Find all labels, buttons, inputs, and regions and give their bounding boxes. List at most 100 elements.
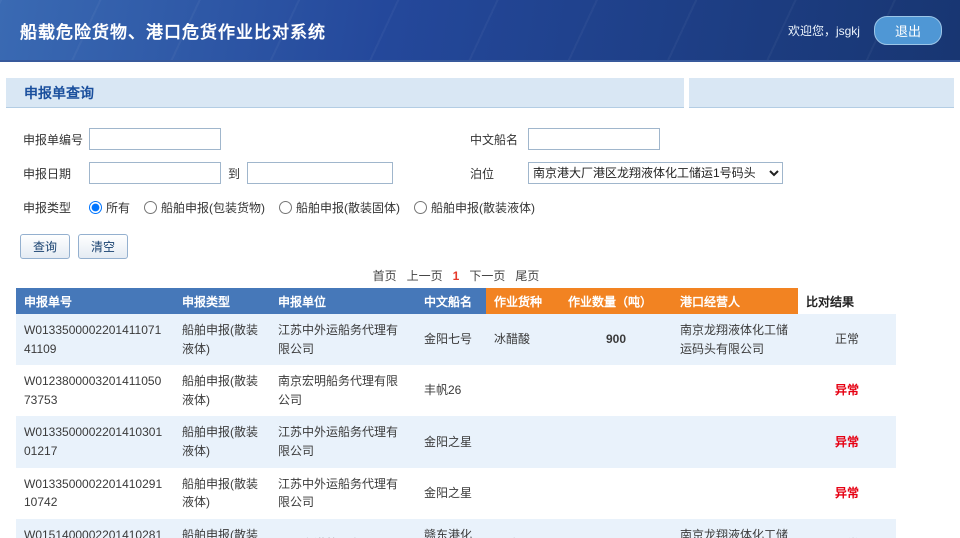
cell-operator: 南京龙翔液体化工储运码头有限公司: [672, 519, 798, 538]
section-row: 申报单查询: [6, 78, 954, 108]
header-decl-no: 申报单号: [16, 288, 174, 314]
logout-button[interactable]: 退出: [874, 16, 942, 45]
clear-button[interactable]: 清空: [78, 234, 128, 259]
cell-result: 正常: [798, 314, 896, 365]
cell-type: 船舶申报(散装液体): [174, 519, 270, 538]
app-header: 船载危险货物、港口危货作业比对系统 欢迎您，jsgkj 退出: [0, 0, 960, 62]
header-type: 申报类型: [174, 288, 270, 314]
cell-qty: 900: [560, 314, 672, 365]
cell-result: 异常: [798, 365, 896, 416]
radio-bulk-liquid[interactable]: 船舶申报(散装液体): [414, 199, 535, 216]
cell-operator: [672, 416, 798, 467]
app-title: 船载危险货物、港口危货作业比对系统: [20, 18, 326, 43]
cell-operator: 南京龙翔液体化工储运码头有限公司: [672, 314, 798, 365]
radio-all-label: 所有: [106, 199, 130, 216]
cell-result: 正常: [798, 519, 896, 538]
form-row-2-right: 泊位 南京港大厂港区龙翔液体化工储运1号码头: [470, 162, 783, 184]
prev-page-link[interactable]: 上一页: [407, 269, 443, 283]
form-row-1-right: 中文船名: [470, 128, 660, 150]
cell-type: 船舶申报(散装液体): [174, 468, 270, 519]
query-form: 申报单编号 中文船名 申报日期 到 泊位 南京港大厂港区龙翔液体化工储运1号码头…: [0, 108, 960, 224]
type-radio-group: 所有 船舶申报(包装货物) 船舶申报(散装固体) 船舶申报(散装液体): [89, 199, 535, 216]
cell-cargo: [486, 416, 560, 467]
radio-packaged[interactable]: 船舶申报(包装货物): [144, 199, 265, 216]
pagination-top: 首页上一页 1 下一页尾页: [16, 267, 896, 284]
table-row: W012380000320141105073753 船舶申报(散装液体) 南京宏…: [16, 365, 896, 416]
date-to-label: 到: [228, 165, 240, 182]
cell-agency: 江苏中外运船务代理有限公司: [270, 468, 416, 519]
cell-decl-no: W013350000220141030101217: [16, 416, 174, 467]
page: 船载危险货物、港口危货作业比对系统 欢迎您，jsgkj 退出 申报单查询 申报单…: [0, 0, 960, 538]
next-page-link[interactable]: 下一页: [469, 269, 505, 283]
table-row: W015140000220141028122151 船舶申报(散装液体) 江西东…: [16, 519, 896, 538]
cell-decl-no: W013350000220141107141109: [16, 314, 174, 365]
ship-name-input[interactable]: [528, 128, 660, 150]
cell-ship: 赣东港化166: [416, 519, 486, 538]
cell-type: 船舶申报(散装液体): [174, 416, 270, 467]
radio-bulk-solid-input[interactable]: [279, 201, 292, 214]
table-header-row: 申报单号 申报类型 申报单位 中文船名 作业货种 作业数量（吨） 港口经营人 比…: [16, 288, 896, 314]
button-row: 查询 清空: [0, 224, 960, 259]
date-label: 申报日期: [23, 165, 89, 182]
section-bar-right-block: [689, 78, 954, 108]
search-button[interactable]: 查询: [20, 234, 70, 259]
form-row-1: 申报单编号 中文船名: [23, 122, 960, 156]
cell-ship: 金阳之星: [416, 416, 486, 467]
cell-type: 船舶申报(散装液体): [174, 314, 270, 365]
cell-qty: [560, 468, 672, 519]
decl-no-label: 申报单编号: [23, 131, 89, 148]
cell-cargo: [486, 468, 560, 519]
form-row-2: 申报日期 到 泊位 南京港大厂港区龙翔液体化工储运1号码头: [23, 156, 960, 190]
radio-bulk-solid-label: 船舶申报(散装固体): [296, 199, 400, 216]
cell-cargo: 冰醋酸: [486, 314, 560, 365]
cell-decl-no: W012380000320141105073753: [16, 365, 174, 416]
welcome-text: 欢迎您，jsgkj: [788, 22, 860, 39]
header-cargo: 作业货种: [486, 288, 560, 314]
header-operator: 港口经营人: [672, 288, 798, 314]
radio-bulk-solid[interactable]: 船舶申报(散装固体): [279, 199, 400, 216]
cell-qty: [560, 416, 672, 467]
table-row: W013350000220141030101217 船舶申报(散装液体) 江苏中…: [16, 416, 896, 467]
header-ship: 中文船名: [416, 288, 486, 314]
first-page-link[interactable]: 首页: [373, 269, 397, 283]
cell-operator: [672, 468, 798, 519]
cell-cargo: [486, 365, 560, 416]
cell-agency: 江西东港航运有限公司: [270, 519, 416, 538]
cell-qty: [560, 365, 672, 416]
cell-result: 异常: [798, 416, 896, 467]
section-title-bar: 申报单查询: [6, 78, 684, 108]
cell-ship: 丰帆26: [416, 365, 486, 416]
date-to-input[interactable]: [247, 162, 393, 184]
radio-packaged-input[interactable]: [144, 201, 157, 214]
radio-all-input[interactable]: [89, 201, 102, 214]
cell-type: 船舶申报(散装液体): [174, 365, 270, 416]
cell-operator: [672, 365, 798, 416]
form-row-3: 申报类型 所有 船舶申报(包装货物) 船舶申报(散装固体) 船舶申报(散装液体): [23, 190, 960, 224]
cell-cargo: 甲醇: [486, 519, 560, 538]
berth-select[interactable]: 南京港大厂港区龙翔液体化工储运1号码头: [528, 162, 783, 184]
cell-agency: 江苏中外运船务代理有限公司: [270, 416, 416, 467]
ship-name-label: 中文船名: [470, 131, 528, 148]
header-result: 比对结果: [798, 288, 896, 314]
type-label: 申报类型: [23, 199, 89, 216]
header-agency: 申报单位: [270, 288, 416, 314]
cell-qty: 600: [560, 519, 672, 538]
cell-decl-no: W015140000220141028122151: [16, 519, 174, 538]
radio-bulk-liquid-input[interactable]: [414, 201, 427, 214]
banner-right: 欢迎您，jsgkj 退出: [788, 16, 942, 45]
radio-bulk-liquid-label: 船舶申报(散装液体): [431, 199, 535, 216]
table-row: W013350000220141029110742 船舶申报(散装液体) 江苏中…: [16, 468, 896, 519]
section-title: 申报单查询: [24, 83, 94, 103]
header-qty: 作业数量（吨）: [560, 288, 672, 314]
date-from-input[interactable]: [89, 162, 221, 184]
cell-result: 异常: [798, 468, 896, 519]
berth-label: 泊位: [470, 165, 528, 182]
radio-packaged-label: 船舶申报(包装货物): [161, 199, 265, 216]
current-page: 1: [453, 269, 460, 283]
table-row: W013350000220141107141109 船舶申报(散装液体) 江苏中…: [16, 314, 896, 365]
cell-agency: 江苏中外运船务代理有限公司: [270, 314, 416, 365]
cell-decl-no: W013350000220141029110742: [16, 468, 174, 519]
last-page-link[interactable]: 尾页: [515, 269, 539, 283]
decl-no-input[interactable]: [89, 128, 221, 150]
radio-all[interactable]: 所有: [89, 199, 130, 216]
